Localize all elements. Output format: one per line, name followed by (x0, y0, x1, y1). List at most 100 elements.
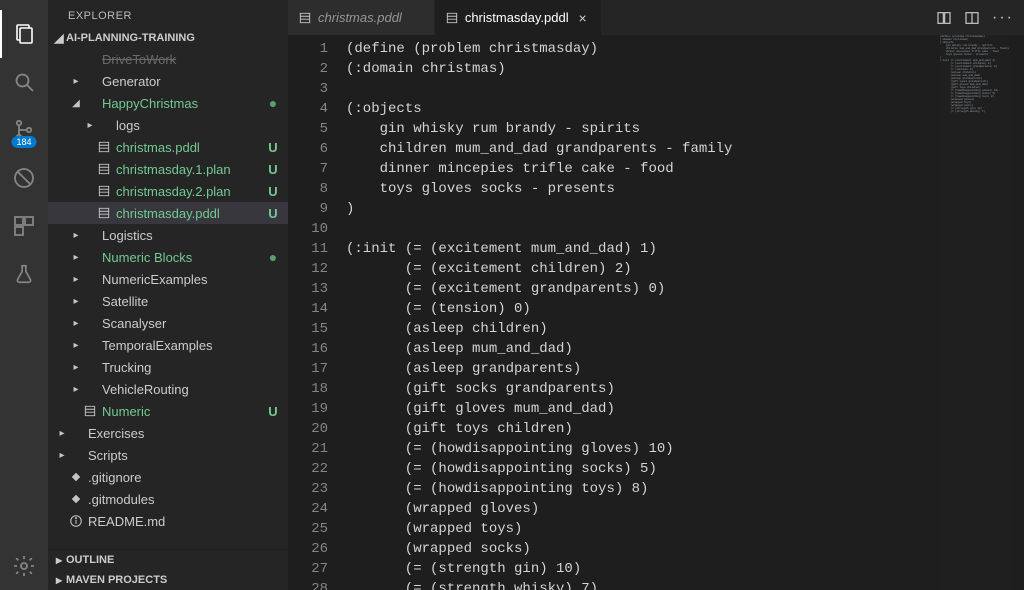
chevron-down-icon: ◢ (52, 31, 66, 45)
folder-icon (82, 359, 98, 375)
tab-label: christmasday.pddl (465, 10, 569, 25)
file-icon (96, 161, 112, 177)
tree-item[interactable]: ▸VehicleRouting (48, 378, 288, 400)
file-tree: DriveToWork ▸Generator◢HappyChristmas●▸lo… (48, 48, 288, 549)
folder-icon (82, 337, 98, 353)
project-header[interactable]: ◢ AI-PLANNING-TRAINING (48, 28, 288, 48)
tree-label: HappyChristmas (102, 96, 266, 111)
file-icon (445, 11, 459, 25)
tree-item[interactable]: christmasday.1.planU (48, 158, 288, 180)
split-editor-icon[interactable] (964, 10, 980, 26)
folder-icon (82, 95, 98, 111)
code-editor[interactable]: 1234567891011121314151617181920212223242… (288, 35, 1024, 590)
tree-label: NumericExamples (102, 272, 266, 287)
debug-icon[interactable] (0, 154, 48, 202)
tree-label: christmasday.1.plan (116, 162, 266, 177)
tree-label: logs (116, 118, 266, 133)
tree-item[interactable]: README.md (48, 510, 288, 532)
scm-badge: 184 (11, 136, 36, 148)
file-icon (96, 183, 112, 199)
tree-item[interactable]: DriveToWork (48, 48, 288, 70)
tree-item[interactable]: ◢HappyChristmas● (48, 92, 288, 114)
search-icon[interactable] (0, 58, 48, 106)
tree-item[interactable]: christmas.pddlU (48, 136, 288, 158)
folder-icon (96, 117, 112, 133)
sidebar-title: EXPLORER (48, 0, 288, 28)
compare-icon[interactable] (936, 10, 952, 26)
tree-label: .gitmodules (88, 492, 266, 507)
tree-item[interactable]: christmasday.pddlU (48, 202, 288, 224)
tree-item[interactable]: ▸logs (48, 114, 288, 136)
file-icon (96, 205, 112, 221)
tree-label: Numeric Blocks (102, 250, 266, 265)
tree-label: Generator (102, 74, 266, 89)
line-gutter: 1234567891011121314151617181920212223242… (288, 35, 346, 590)
file-icon (96, 139, 112, 155)
tree-label: christmas.pddl (116, 140, 266, 155)
tree-item[interactable]: ▸Scripts (48, 444, 288, 466)
tree-item[interactable]: .gitignore (48, 466, 288, 488)
tree-label: Exercises (88, 426, 266, 441)
tab-actions: ··· (926, 0, 1024, 35)
code-content[interactable]: (define (problem christmasday)(:domain c… (346, 35, 1024, 590)
panel-label: OUTLINE (66, 554, 114, 566)
tree-label: README.md (88, 514, 266, 529)
file-icon (82, 403, 98, 419)
file-icon (298, 11, 312, 25)
folder-icon (82, 227, 98, 243)
explorer-icon[interactable] (0, 10, 48, 58)
test-icon[interactable] (0, 250, 48, 298)
tree-item[interactable]: ▸Scanalyser (48, 312, 288, 334)
folder-icon (82, 293, 98, 309)
folder-icon (82, 315, 98, 331)
editor-tab[interactable]: christmasday.pddl × (435, 0, 602, 35)
activity-bar: 184 (0, 0, 48, 590)
tab-label: christmas.pddl (318, 10, 402, 25)
tree-item[interactable]: ▸Satellite (48, 290, 288, 312)
folder-icon (68, 425, 84, 441)
diamond-icon (68, 469, 84, 485)
panel-label: MAVEN PROJECTS (66, 574, 167, 586)
folder-icon (82, 271, 98, 287)
folder-icon (68, 447, 84, 463)
tree-item[interactable]: christmasday.2.planU (48, 180, 288, 202)
close-icon[interactable]: × (575, 10, 591, 26)
tree-item[interactable]: ▸TemporalExamples (48, 334, 288, 356)
tree-label: Scripts (88, 448, 266, 463)
source-control-icon[interactable]: 184 (0, 106, 48, 154)
tree-label: Numeric (102, 404, 266, 419)
panel-header[interactable]: ▸MAVEN PROJECTS (48, 570, 288, 590)
diamond-icon (68, 491, 84, 507)
editor-tab[interactable]: christmas.pddl (288, 0, 435, 35)
extensions-icon[interactable] (0, 202, 48, 250)
folder-icon (82, 381, 98, 397)
tree-label: Logistics (102, 228, 266, 243)
folder-icon (82, 249, 98, 265)
tree-item[interactable]: ▸Logistics (48, 224, 288, 246)
tree-label: Satellite (102, 294, 266, 309)
tree-item[interactable]: ▸NumericExamples (48, 268, 288, 290)
tree-item[interactable]: .gitmodules (48, 488, 288, 510)
tree-item[interactable]: ▸Trucking (48, 356, 288, 378)
more-icon[interactable]: ··· (992, 9, 1014, 27)
tree-label: christmasday.pddl (116, 206, 266, 221)
tree-label: VehicleRouting (102, 382, 266, 397)
tree-label: .gitignore (88, 470, 266, 485)
settings-icon[interactable] (0, 542, 48, 590)
editor-area: christmas.pddl christmasday.pddl × ··· 123… (288, 0, 1024, 590)
tree-item[interactable]: ▸Generator (48, 70, 288, 92)
tree-label: Trucking (102, 360, 266, 375)
tree-label: TemporalExamples (102, 338, 266, 353)
folder-icon (82, 51, 98, 67)
tree-item[interactable]: NumericU (48, 400, 288, 422)
info-icon (68, 513, 84, 529)
tree-label: Scanalyser (102, 316, 266, 331)
sidebar: EXPLORER ◢ AI-PLANNING-TRAINING DriveToW… (48, 0, 288, 590)
tree-item[interactable]: ▸Exercises (48, 422, 288, 444)
panel-header[interactable]: ▸OUTLINE (48, 550, 288, 570)
bottom-panels: ▸OUTLINE▸MAVEN PROJECTS (48, 549, 288, 590)
tree-label: DriveToWork (102, 52, 266, 67)
tab-bar: christmas.pddl christmasday.pddl × ··· (288, 0, 1024, 35)
tree-item[interactable]: ▸Numeric Blocks● (48, 246, 288, 268)
project-name: AI-PLANNING-TRAINING (66, 32, 195, 44)
